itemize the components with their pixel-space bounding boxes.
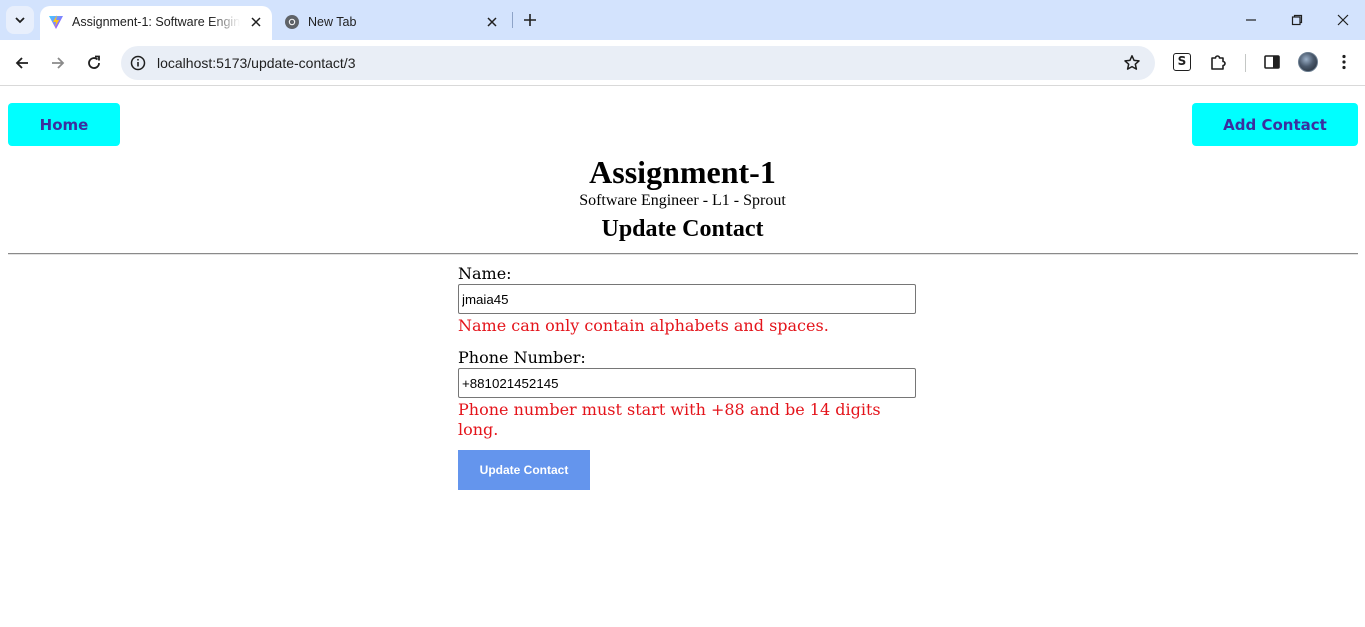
minimize-button[interactable]	[1228, 0, 1274, 40]
profile-button[interactable]	[1297, 51, 1319, 73]
browser-tab-strip: Assignment-1: Software Engineer - L1 - S…	[0, 0, 1365, 40]
extension-s-button[interactable]: S	[1171, 51, 1193, 73]
close-window-button[interactable]	[1320, 0, 1365, 40]
url-text[interactable]: localhost:5173/update-contact/3	[157, 55, 355, 71]
minimize-icon	[1246, 19, 1256, 21]
side-panel-icon	[1264, 55, 1280, 69]
page-content: Home Add Contact Assignment-1 Software E…	[0, 87, 1365, 627]
name-input[interactable]	[458, 284, 916, 314]
phone-input[interactable]	[458, 368, 916, 398]
update-contact-button[interactable]: Update Contact	[458, 450, 590, 490]
section-title: Update Contact	[601, 216, 764, 242]
home-button[interactable]: Home	[8, 103, 120, 146]
close-icon	[1337, 14, 1349, 26]
browser-tab-active[interactable]: Assignment-1: Software Engineer - L1 - S…	[40, 6, 272, 40]
vite-icon	[49, 15, 63, 29]
bookmark-star-icon[interactable]	[1123, 54, 1141, 72]
new-tab-button[interactable]	[518, 8, 542, 32]
plus-icon	[524, 14, 536, 26]
tab-separator	[512, 12, 513, 28]
page-subtitle: Software Engineer - L1 - Sprout	[579, 192, 786, 209]
puzzle-icon	[1211, 55, 1226, 70]
chrome-icon	[285, 15, 299, 29]
browser-tab-new-tab[interactable]: New Tab	[276, 6, 508, 40]
chevron-down-icon	[15, 17, 25, 24]
extensions-button[interactable]	[1207, 51, 1229, 73]
address-bar[interactable]: localhost:5173/update-contact/3	[121, 46, 1155, 80]
name-error-message: Name can only contain alphabets and spac…	[458, 316, 829, 335]
more-vert-icon	[1342, 54, 1346, 70]
arrow-right-icon	[52, 57, 65, 69]
toolbar-divider	[1245, 54, 1246, 72]
browser-menu-button[interactable]	[1333, 51, 1355, 73]
browser-toolbar: localhost:5173/update-contact/3 S	[0, 40, 1365, 86]
page-title: Assignment-1	[589, 154, 776, 190]
tab-title: Assignment-1: Software Engineer - L1 - S…	[72, 15, 240, 29]
forward-button[interactable]	[44, 49, 72, 77]
close-tab-icon[interactable]	[484, 14, 500, 30]
side-panel-button[interactable]	[1261, 51, 1283, 73]
add-contact-button[interactable]: Add Contact	[1192, 103, 1358, 146]
tab-search-button[interactable]	[6, 6, 34, 34]
update-contact-form: Name: Name can only contain alphabets an…	[458, 264, 916, 490]
arrow-left-icon	[15, 57, 28, 69]
restore-button[interactable]	[1274, 0, 1320, 40]
restore-icon	[1291, 14, 1303, 26]
site-info-icon[interactable]	[129, 54, 147, 72]
name-label: Name:	[458, 264, 512, 283]
phone-field-group: Phone Number: Phone number must start wi…	[458, 348, 916, 440]
phone-label: Phone Number:	[458, 348, 586, 367]
divider	[8, 253, 1358, 255]
avatar	[1298, 52, 1318, 72]
tab-title: New Tab	[308, 15, 357, 29]
back-button[interactable]	[8, 49, 36, 77]
phone-error-message: Phone number must start with +88 and be …	[458, 400, 881, 439]
close-tab-icon[interactable]	[248, 14, 264, 30]
extension-s-icon: S	[1173, 53, 1191, 71]
reload-icon	[88, 55, 100, 69]
name-field-group: Name: Name can only contain alphabets an…	[458, 264, 916, 336]
reload-button[interactable]	[80, 49, 108, 77]
